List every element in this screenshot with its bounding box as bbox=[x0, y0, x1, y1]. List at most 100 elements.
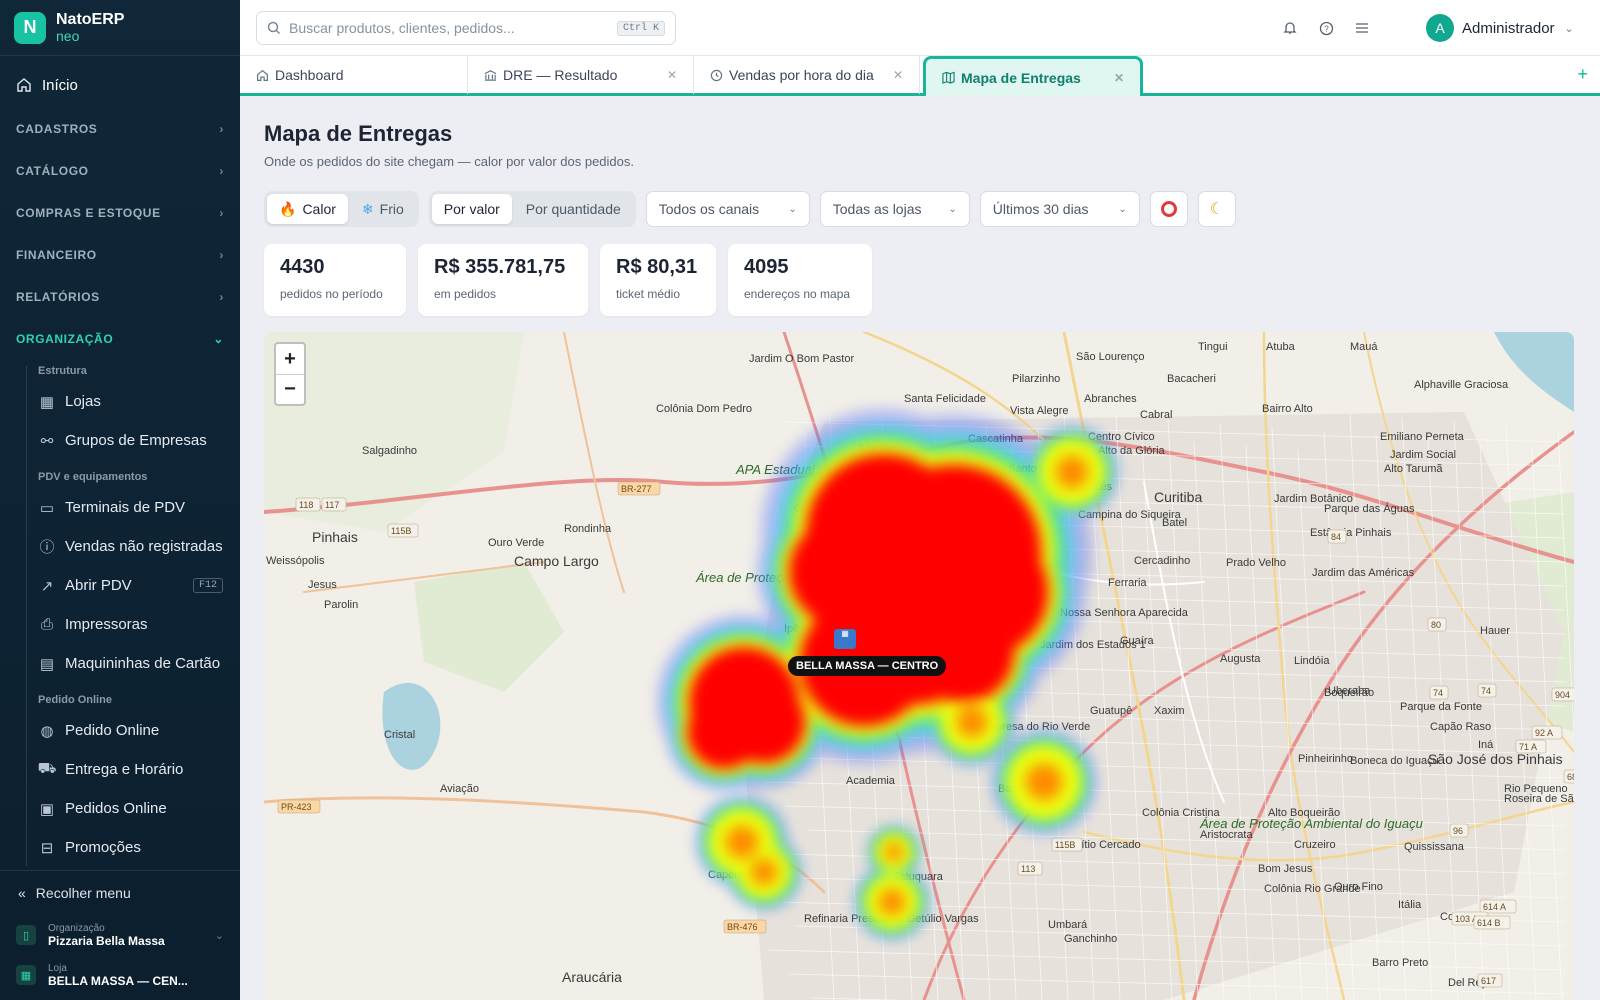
tab-label: Vendas por hora do dia bbox=[729, 67, 874, 83]
map-place-label: Vista Alegre bbox=[1010, 405, 1069, 417]
color-mode-toggle: 🔥 Calor ❄ Frio bbox=[264, 191, 419, 227]
sidebar-item-pedido-online[interactable]: ◍ Pedido Online bbox=[0, 711, 240, 750]
dark-mode-button[interactable]: ☾ bbox=[1197, 191, 1236, 227]
road-label: 84 bbox=[1331, 532, 1341, 542]
map-place-label: Barro Preto bbox=[1372, 957, 1428, 969]
heat-blob bbox=[913, 601, 1015, 703]
store-marker-icon[interactable]: ▦ bbox=[834, 629, 856, 649]
store-selector[interactable]: ▦ Loja BELLA MASSA — CEN... bbox=[0, 955, 240, 995]
store-icon: ▦ bbox=[39, 393, 55, 411]
sidebar-item-vendas-nao-registradas[interactable]: ⓘ Vendas não registradas bbox=[0, 527, 240, 566]
period-select[interactable]: Últimos 30 dias ⌄ bbox=[979, 191, 1140, 227]
org-selector[interactable]: ▯ Organização Pizzaria Bella Massa ⌄ bbox=[0, 915, 240, 955]
sidebar-item-impressoras[interactable]: ⎙ Impressoras bbox=[0, 605, 240, 644]
sidebar-group-label: FINANCEIRO bbox=[16, 248, 97, 262]
metric-quantidade-button[interactable]: Por quantidade bbox=[514, 194, 633, 224]
snowflake-icon: ❄ bbox=[361, 200, 374, 217]
search-input[interactable]: Buscar produtos, clientes, pedidos... Ct… bbox=[256, 11, 676, 45]
sidebar-item-inicio[interactable]: Início bbox=[0, 62, 240, 108]
svg-text:?: ? bbox=[1324, 24, 1329, 33]
heat-blob bbox=[750, 858, 778, 886]
delivery-map[interactable]: Jardim O Bom Pastor Santa Felicidade Pilar… bbox=[264, 332, 1574, 1000]
select-value: Todas as lojas bbox=[832, 201, 922, 217]
sidebar-item-label: Pedidos Online bbox=[65, 800, 167, 817]
stat-card: R$ 80,31 ticket médio bbox=[600, 244, 716, 316]
sidebar-group-organizacao[interactable]: ORGANIZAÇÃO ⌄ bbox=[0, 318, 240, 360]
map-place-label: Prado Velho bbox=[1226, 557, 1286, 569]
collapse-label: Recolher menu bbox=[35, 885, 131, 901]
sidebar-item-grupos[interactable]: ⚯ Grupos de Empresas bbox=[0, 421, 240, 460]
channel-select[interactable]: Todos os canais ⌄ bbox=[645, 191, 810, 227]
heat-blob bbox=[956, 706, 988, 738]
metric-toggle: Por valor Por quantidade bbox=[428, 191, 636, 227]
map-place-label: Alphaville Graciosa bbox=[1414, 379, 1509, 391]
sidebar-group-relatorios[interactable]: RELATÓRIOS › bbox=[0, 276, 240, 318]
map-place-label: Bairro Alto bbox=[1262, 403, 1313, 415]
store-marker-label[interactable]: BELLA MASSA — CENTRO bbox=[788, 656, 947, 676]
tab-dashboard[interactable]: Dashboard bbox=[240, 56, 468, 94]
map-place-label: Tingui bbox=[1198, 341, 1228, 353]
sidebar-item-lojas[interactable]: ▦ Lojas bbox=[0, 382, 240, 421]
map-place-label: Aristocrata bbox=[1200, 829, 1253, 841]
zoom-out-button[interactable]: − bbox=[276, 374, 304, 404]
mode-frio-button[interactable]: ❄ Frio bbox=[350, 194, 416, 224]
zoom-in-button[interactable]: + bbox=[276, 344, 304, 374]
add-tab-button[interactable]: + bbox=[1577, 64, 1588, 85]
tab-label: Mapa de Entregas bbox=[961, 69, 1081, 86]
close-icon[interactable]: ✕ bbox=[893, 68, 903, 82]
sidebar-item-pedidos-online[interactable]: ▣ Pedidos Online bbox=[0, 789, 240, 828]
map-place-label: São José dos Pinhais bbox=[1428, 751, 1563, 767]
metric-valor-button[interactable]: Por valor bbox=[431, 194, 512, 224]
close-icon[interactable]: ✕ bbox=[1114, 71, 1124, 85]
store-icon: ▦ bbox=[16, 965, 36, 985]
bell-icon[interactable] bbox=[1280, 18, 1300, 38]
map-place-label: Roseira de São Sebastião bbox=[1504, 793, 1574, 805]
sidebar-group-financeiro[interactable]: FINANCEIRO › bbox=[0, 234, 240, 276]
radius-toggle-button[interactable] bbox=[1149, 191, 1188, 227]
sidebar-item-abrir-pdv[interactable]: ↗ Abrir PDV F12 bbox=[0, 566, 240, 605]
user-menu[interactable]: A Administrador ⌄ bbox=[1426, 14, 1574, 42]
sidebar-item-entrega[interactable]: ⛟ Entrega e Horário bbox=[0, 750, 240, 789]
sidebar-item-label: Entrega e Horário bbox=[65, 761, 184, 778]
map-place-label: Academia bbox=[846, 775, 896, 787]
map-place-label: Cristal bbox=[384, 729, 415, 741]
sidebar-item-terminais[interactable]: ▭ Terminais de PDV bbox=[0, 488, 240, 527]
map-place-label: Sítio Cercado bbox=[1074, 839, 1141, 851]
sidebar-item-promocoes[interactable]: ⊟ Promoções bbox=[0, 828, 240, 867]
clock-icon bbox=[710, 69, 723, 82]
sidebar-group-label: ORGANIZAÇÃO bbox=[16, 332, 114, 346]
collapse-menu-button[interactable]: « Recolher menu bbox=[0, 871, 240, 915]
close-icon[interactable]: ✕ bbox=[667, 68, 677, 82]
sidebar-group-catalogo[interactable]: CATÁLOGO › bbox=[0, 150, 240, 192]
chevron-right-icon: › bbox=[219, 206, 224, 220]
avatar: A bbox=[1426, 14, 1454, 42]
sidebar-item-label: Início bbox=[42, 76, 78, 94]
map-place-label: Bom Jesus bbox=[1258, 863, 1313, 875]
tab-mapa-entregas[interactable]: Mapa de Entregas ✕ bbox=[923, 56, 1143, 96]
brand[interactable]: N NatoERP neo bbox=[0, 0, 240, 56]
map-place-label: Atuba bbox=[1266, 341, 1296, 353]
map-toolbar: 🔥 Calor ❄ Frio Por valor Por quantidade To… bbox=[264, 191, 1236, 227]
map-place-label: Estância Pinhais bbox=[1310, 527, 1392, 539]
help-icon[interactable]: ? bbox=[1316, 18, 1336, 38]
globe-icon: ◍ bbox=[40, 722, 54, 740]
sidebar-item-label: Impressoras bbox=[65, 616, 148, 633]
tab-label: Dashboard bbox=[275, 67, 344, 83]
stat-value: R$ 80,31 bbox=[616, 256, 698, 278]
org-label: Organização bbox=[48, 922, 105, 934]
map-place-label: São Lourenço bbox=[1076, 351, 1145, 363]
sidebar-group-cadastros[interactable]: CADASTROS › bbox=[0, 108, 240, 150]
map-place-label: Rondinha bbox=[564, 523, 612, 535]
tab-dre[interactable]: DRE — Resultado ✕ bbox=[468, 56, 694, 94]
map-place-label: Guatupê bbox=[1090, 705, 1132, 717]
settings-sliders-icon[interactable] bbox=[1352, 18, 1372, 38]
brand-name: NatoERP bbox=[56, 10, 125, 28]
tab-vendas-hora[interactable]: Vendas por hora do dia ✕ bbox=[694, 56, 920, 94]
user-name: Administrador bbox=[1462, 19, 1555, 37]
chevron-down-icon: ⌄ bbox=[214, 929, 224, 942]
mode-calor-button[interactable]: 🔥 Calor bbox=[267, 194, 348, 224]
sidebar-group-compras[interactable]: COMPRAS E ESTOQUE › bbox=[0, 192, 240, 234]
map-place-label: Cabral bbox=[1140, 409, 1172, 421]
sidebar-item-maquininhas[interactable]: ▤ Maquininhas de Cartão bbox=[0, 644, 240, 683]
store-select[interactable]: Todas as lojas ⌄ bbox=[819, 191, 970, 227]
